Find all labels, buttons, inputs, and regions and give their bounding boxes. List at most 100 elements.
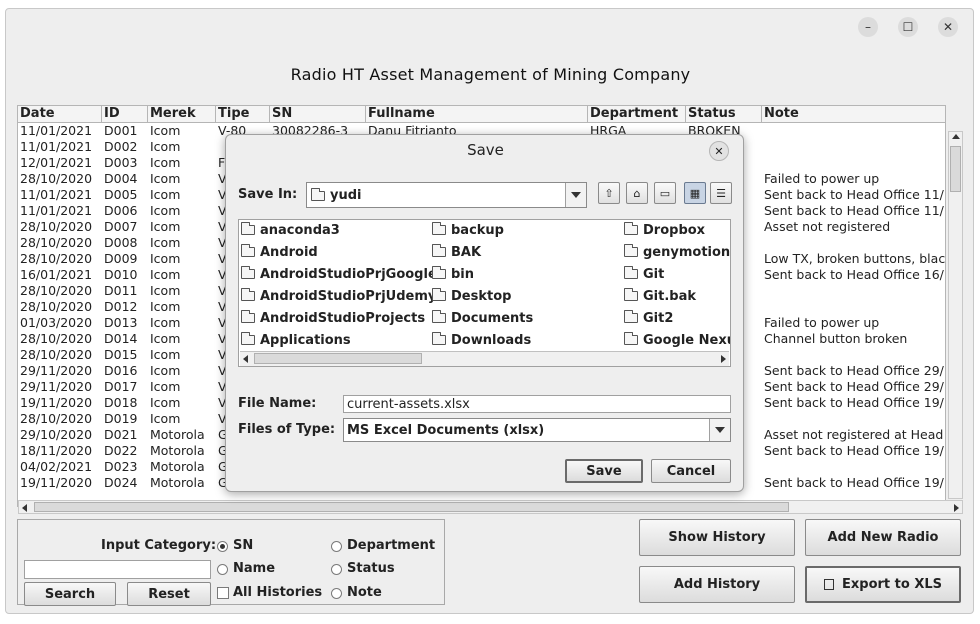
table-cell: 28/10/2020 [20,411,93,426]
file-list-item[interactable]: AndroidStudioPrjGoogle [241,265,437,285]
column-header[interactable]: Status [686,106,762,122]
file-list-item[interactable]: AndroidStudioPrjUdemy [241,287,436,307]
search-button[interactable]: Search [24,582,116,606]
radio-name[interactable] [217,564,228,575]
file-list-item[interactable]: Desktop [432,287,511,307]
file-list-item-label: Desktop [451,289,512,304]
file-list-item[interactable]: Downloads [432,331,531,351]
table-cell: D024 [104,475,138,490]
horizontal-scroll-thumb[interactable] [34,502,789,512]
export-xls-button[interactable]: Export to XLS [805,566,961,603]
file-list-item[interactable]: Dropbox [624,221,705,241]
search-panel: Input Category: SN Department Name Statu… [17,519,445,606]
reset-button[interactable]: Reset [127,582,211,606]
save-dialog-title: Save [467,141,504,159]
file-list-item[interactable]: Documents [432,309,533,329]
add-history-button[interactable]: Add History [639,566,795,603]
file-list-item[interactable]: Git.bak [624,287,696,307]
table-horizontal-scrollbar[interactable] [18,500,963,514]
file-list-scroll-thumb[interactable] [254,353,422,364]
save-button[interactable]: Save [565,459,643,483]
maximize-button[interactable]: ☐ [898,17,918,37]
file-list-item[interactable]: AndroidStudioProjects [241,309,425,329]
table-cell: Icom [150,139,181,154]
file-list-horizontal-scrollbar[interactable] [240,351,729,366]
close-window-button[interactable]: ✕ [938,17,958,37]
files-of-type-combo[interactable]: MS Excel Documents (xlsx) [343,418,731,442]
folder-icon [241,288,255,301]
scroll-right-icon[interactable] [721,355,726,363]
scroll-left-icon[interactable] [243,355,248,363]
radio-sn[interactable] [217,541,228,552]
file-list-item-label: bin [451,267,475,282]
folder-icon [624,244,638,257]
table-cell: 28/10/2020 [20,299,93,314]
file-list-item-label: Applications [260,333,351,348]
minimize-icon: – [865,20,871,34]
up-folder-button[interactable]: ⇧ [598,182,620,204]
cancel-button[interactable]: Cancel [651,459,731,483]
table-vertical-scrollbar[interactable] [948,131,963,499]
folder-icon [432,222,446,235]
details-view-button[interactable]: ☰ [710,182,732,204]
file-list-item[interactable]: Applications [241,331,351,351]
radio-department[interactable] [331,541,342,552]
file-list-item[interactable]: Android [241,243,318,263]
table-cell: 28/10/2020 [20,235,93,250]
table-cell: Failed to power up [764,315,880,330]
table-cell: Icom [150,395,181,410]
table-cell: 04/02/2021 [20,459,93,474]
table-cell: Sent back to Head Office 19/ [764,475,944,490]
column-header[interactable]: Note [762,106,945,122]
save-dialog: Save ✕ Save In: yudi ⇧ ⌂ ▭ ▦ ☰ anaconda3… [225,134,744,492]
search-input[interactable] [24,560,211,579]
scroll-left-icon[interactable] [22,504,27,512]
minimize-button[interactable]: – [858,17,878,37]
column-header[interactable]: Department [588,106,686,122]
page-title: Radio HT Asset Management of Mining Comp… [290,65,691,84]
column-header[interactable]: SN [270,106,366,122]
radio-status[interactable] [331,564,342,575]
radio-note[interactable] [331,588,342,599]
table-cell: D021 [104,427,138,442]
scroll-up-icon[interactable] [952,134,960,139]
table-cell: Icom [150,251,181,266]
column-header[interactable]: Date [18,106,102,122]
table-cell: D013 [104,315,138,330]
file-name-input[interactable]: current-assets.xlsx [343,395,731,413]
file-list-item[interactable]: bin [432,265,474,285]
table-cell [762,139,945,155]
save-in-dropdown-arrow[interactable] [565,183,586,207]
file-list-item[interactable]: Google Nexu [624,331,730,351]
file-list-item[interactable]: anaconda3 [241,221,340,241]
file-list-item-label: anaconda3 [260,223,340,238]
table-cell [762,235,945,251]
column-header[interactable]: Tipe [216,106,270,122]
table-cell: D007 [104,219,138,234]
scroll-right-icon[interactable] [954,504,959,512]
vertical-scroll-thumb[interactable] [950,146,961,192]
save-in-combo[interactable]: yudi [306,182,587,208]
list-view-button[interactable]: ▦ [684,182,706,204]
chevron-down-icon [715,427,725,433]
column-header[interactable]: ID [102,106,148,122]
file-list-item[interactable]: Git [624,265,664,285]
show-history-button[interactable]: Show History [639,519,795,556]
folder-icon [624,222,638,235]
folder-icon [432,244,446,257]
all-histories-checkbox[interactable] [217,587,229,599]
column-header[interactable]: Merek [148,106,216,122]
home-button[interactable]: ⌂ [626,182,648,204]
file-list-item[interactable]: genymotion [624,243,730,263]
file-list-item[interactable]: backup [432,221,504,241]
new-folder-button[interactable]: ▭ [654,182,676,204]
file-list-item[interactable]: Git2 [624,309,673,329]
file-list-item[interactable]: BAK [432,243,481,263]
list-view-icon: ▦ [689,186,701,200]
save-icon [824,579,834,590]
dialog-close-button[interactable]: ✕ [709,141,729,161]
files-of-type-dropdown-arrow[interactable] [709,419,730,441]
table-cell: Icom [150,363,181,378]
add-new-radio-button[interactable]: Add New Radio [805,519,961,556]
column-header[interactable]: Fullname [366,106,588,122]
